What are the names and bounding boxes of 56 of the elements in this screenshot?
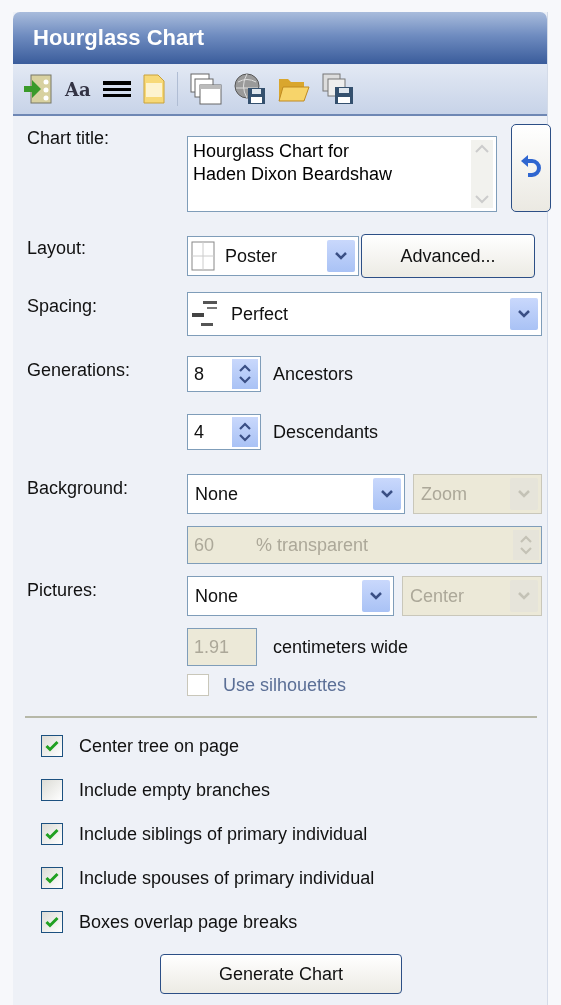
- checkbox[interactable]: [41, 911, 63, 933]
- checkbox-label: Include spouses of primary individual: [79, 867, 375, 889]
- grid-page-icon: [191, 241, 215, 271]
- copy-button[interactable]: [189, 73, 222, 105]
- import-button[interactable]: [23, 74, 53, 104]
- field-label: Spacing:: [27, 295, 99, 317]
- checkbox-label: Boxes overlap page breaks: [79, 911, 298, 933]
- field-label: Pictures:: [27, 579, 99, 601]
- checkmark-icon: [45, 740, 59, 752]
- spacing-dropdown[interactable]: Perfect: [187, 292, 542, 336]
- field-label: Background:: [27, 477, 130, 499]
- spinner-label: Ancestors: [273, 363, 354, 385]
- chevron-down-icon: [369, 591, 383, 601]
- checkbox-label: Include siblings of primary individual: [79, 823, 368, 845]
- checkmark-icon: [45, 872, 59, 884]
- spin-arrows-icon[interactable]: [238, 421, 252, 443]
- checkbox[interactable]: [41, 823, 63, 845]
- checkbox-label: Center tree on page: [79, 735, 240, 757]
- field-label: Generations:: [27, 359, 132, 381]
- spin-arrows-icon[interactable]: [238, 363, 252, 385]
- page-icon: [142, 74, 165, 104]
- ancestors-spinner[interactable]: 8: [187, 356, 261, 392]
- checkbox-label: Use silhouettes: [223, 674, 347, 696]
- globe-disk-icon: [233, 73, 266, 105]
- generate-chart-button[interactable]: Generate Chart: [160, 954, 402, 994]
- copy-save-button[interactable]: [321, 73, 354, 105]
- chevron-down-icon: [334, 251, 348, 261]
- spinner-label: Descendants: [273, 421, 379, 443]
- chevron-down-icon: [517, 591, 531, 601]
- advanced-button[interactable]: Advanced...: [361, 234, 535, 278]
- checkbox-label: Include empty branches: [79, 779, 271, 801]
- pictures-dropdown[interactable]: None: [187, 576, 394, 616]
- copy-windows-icon: [189, 73, 222, 105]
- field-label: Layout:: [27, 237, 88, 259]
- unit-label: centimeters wide: [273, 636, 409, 658]
- lines-icon: [102, 79, 131, 99]
- chevron-down-icon: [517, 489, 531, 499]
- chevron-down-icon: [517, 309, 531, 319]
- descendants-spinner[interactable]: 4: [187, 414, 261, 450]
- web-save-button[interactable]: [233, 73, 266, 105]
- layout-dropdown[interactable]: Poster: [187, 236, 359, 276]
- checkbox[interactable]: [41, 735, 63, 757]
- checkbox[interactable]: [41, 779, 63, 801]
- chevron-down-icon: [380, 489, 394, 499]
- field-label: Chart title:: [27, 127, 111, 149]
- checkmark-icon: [45, 916, 59, 928]
- windows-disk-icon: [321, 73, 354, 105]
- arrow-into-list-icon: [23, 74, 53, 104]
- line-style-button[interactable]: [102, 79, 131, 99]
- font-button[interactable]: Aa: [65, 78, 91, 100]
- background-dropdown[interactable]: None: [187, 474, 405, 514]
- undo-button[interactable]: [511, 124, 551, 212]
- chart-title-field[interactable]: Hourglass Chart for Haden Dixon Beardshaw: [187, 136, 497, 212]
- panel-title: Hourglass Chart: [33, 25, 205, 51]
- checkmark-icon: [45, 828, 59, 840]
- checkbox[interactable]: [41, 867, 63, 889]
